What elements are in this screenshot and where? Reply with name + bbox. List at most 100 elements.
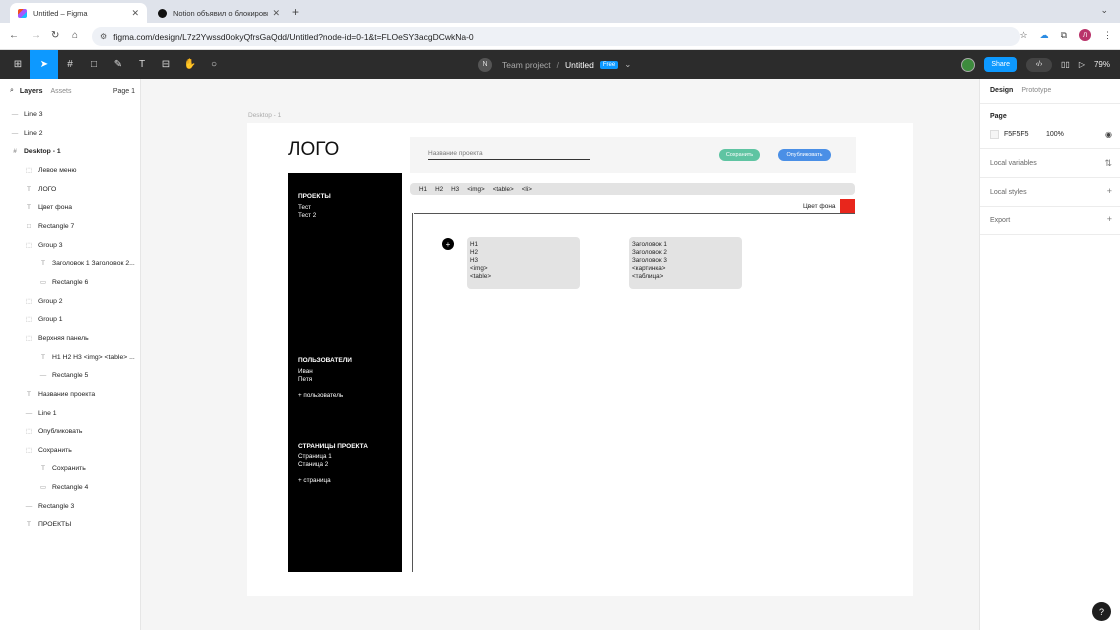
tag-li[interactable]: <li> bbox=[522, 186, 532, 193]
search-icon[interactable]: ⌕ bbox=[10, 87, 14, 95]
layer-row[interactable]: T Название проекта bbox=[24, 388, 154, 400]
file-name[interactable]: Untitled bbox=[565, 60, 594, 70]
reload-icon[interactable]: ↻ bbox=[51, 30, 59, 41]
forward-icon[interactable]: → bbox=[31, 30, 41, 41]
frame-tool-icon[interactable]: # bbox=[58, 50, 82, 79]
layer-type-icon: T bbox=[27, 520, 31, 528]
layer-row[interactable]: ⬚ Верхняя панель bbox=[24, 332, 154, 344]
layer-name: Rectangle 6 bbox=[52, 278, 89, 286]
project-name-field[interactable]: Название проекта bbox=[428, 150, 483, 157]
resources-icon[interactable]: ⊟ bbox=[154, 50, 178, 79]
layer-row[interactable]: ⬚ Сохранить bbox=[24, 444, 154, 456]
layer-type-icon: T bbox=[41, 259, 45, 267]
layer-row[interactable]: # Desktop - 1 bbox=[10, 145, 140, 157]
pages-list[interactable]: Страница 1 Станица 2 bbox=[298, 453, 332, 469]
heading-menu-box[interactable]: Заголовок 1 Заголовок 2 Заголовок 3 <кар… bbox=[629, 237, 742, 289]
move-tool-icon[interactable]: ➤ bbox=[30, 50, 58, 79]
pages-heading[interactable]: СТРАНИЦЫ ПРОЕКТА bbox=[298, 443, 368, 450]
layer-row[interactable]: — Rectangle 3 bbox=[24, 500, 154, 512]
tab-notion[interactable]: Notion объявил о блокировке ✕ bbox=[150, 3, 288, 23]
dev-mode-toggle-icon[interactable]: ‹/› bbox=[1026, 57, 1053, 72]
layer-row[interactable]: ⬚ Group 3 bbox=[24, 239, 154, 251]
extensions-icon[interactable]: ⧉ bbox=[1061, 30, 1067, 41]
tag-img[interactable]: <img> bbox=[467, 186, 485, 193]
present-play-icon[interactable]: ▷ bbox=[1079, 60, 1085, 69]
users-list[interactable]: Иван Петя bbox=[298, 368, 313, 384]
content-left-line[interactable] bbox=[412, 213, 413, 572]
layer-row[interactable]: ⬚ Group 2 bbox=[24, 295, 154, 307]
layer-name: Rectangle 4 bbox=[52, 483, 89, 491]
layer-type-icon: — bbox=[25, 502, 33, 510]
content-top-line[interactable] bbox=[414, 213, 855, 214]
export-divider bbox=[980, 79, 1120, 235]
layer-row[interactable]: ⬚ Group 1 bbox=[24, 313, 154, 325]
cloud-extension-icon[interactable]: ☁ bbox=[1040, 30, 1049, 41]
layer-name: Rectangle 5 bbox=[52, 371, 89, 379]
site-info-icon[interactable]: ⚙ bbox=[100, 32, 107, 41]
layer-type-icon: ⬚ bbox=[25, 335, 33, 342]
layer-row[interactable]: ⬚ Опубликовать bbox=[24, 425, 154, 437]
bookmark-star-icon[interactable]: ☆ bbox=[1019, 30, 1027, 41]
address-bar[interactable]: ⚙ figma.com/design/L7z2Ywssd0okyQfrsGaQd… bbox=[92, 27, 1020, 46]
frame-label[interactable]: Desktop - 1 bbox=[248, 112, 281, 119]
team-name[interactable]: Team project bbox=[502, 60, 551, 70]
tag-h2[interactable]: H2 bbox=[435, 186, 443, 193]
file-title-area: N Team project / Untitled Free ⌄ bbox=[478, 50, 631, 79]
save-button[interactable]: Сохранить bbox=[719, 149, 760, 161]
browser-menu-icon[interactable]: ⋮ bbox=[1103, 30, 1112, 41]
tag-table[interactable]: <table> bbox=[493, 186, 514, 193]
publish-button[interactable]: Опубликовать bbox=[778, 149, 831, 161]
tag-toolbar[interactable]: H1 H2 H3 <img> <table> <li> bbox=[410, 183, 855, 195]
tab-assets[interactable]: Assets bbox=[51, 88, 72, 95]
shape-tool-icon[interactable]: □ bbox=[82, 50, 106, 79]
close-tab-icon[interactable]: ✕ bbox=[272, 8, 280, 19]
tag-h1[interactable]: H1 bbox=[419, 186, 427, 193]
project-name-underline[interactable] bbox=[428, 159, 590, 160]
user-avatar[interactable] bbox=[961, 57, 976, 72]
layer-row[interactable]: — Line 2 bbox=[10, 127, 140, 139]
add-page-link[interactable]: + страница bbox=[298, 477, 331, 485]
layer-row[interactable]: T Цвет фона bbox=[24, 201, 154, 213]
layer-type-icon: T bbox=[27, 185, 31, 193]
users-heading[interactable]: ПОЛЬЗОВАТЕЛИ bbox=[298, 357, 352, 364]
tab-search-icon[interactable]: ⌄ bbox=[1100, 5, 1108, 16]
tag-h3[interactable]: H3 bbox=[451, 186, 459, 193]
hand-tool-icon[interactable]: ✋ bbox=[178, 50, 202, 79]
chevron-down-icon[interactable]: ⌄ bbox=[624, 59, 631, 70]
zoom-level[interactable]: 79% bbox=[1094, 60, 1110, 69]
layer-row[interactable]: — Line 3 bbox=[10, 108, 140, 120]
bg-color-label[interactable]: Цвет фона bbox=[803, 203, 836, 210]
pen-tool-icon[interactable]: ✎ bbox=[106, 50, 130, 79]
profile-avatar[interactable]: Л bbox=[1079, 29, 1091, 41]
layer-row[interactable]: T ПРОЕКТЫ bbox=[24, 518, 154, 530]
logo-text[interactable]: ЛОГО bbox=[288, 139, 339, 161]
layer-row[interactable]: T ЛОГО bbox=[24, 183, 154, 195]
layer-row[interactable]: — Line 1 bbox=[24, 407, 154, 419]
share-button[interactable]: Share bbox=[984, 57, 1018, 72]
text-tool-icon[interactable]: T bbox=[130, 50, 154, 79]
layer-row[interactable]: ⬚ Левое меню bbox=[24, 164, 154, 176]
layer-name: Group 2 bbox=[38, 297, 63, 305]
main-menu-icon[interactable]: ⊞ bbox=[6, 50, 30, 79]
add-block-button[interactable]: + bbox=[442, 238, 454, 250]
project-avatar[interactable]: N bbox=[478, 57, 492, 72]
bg-color-swatch[interactable] bbox=[840, 199, 855, 214]
projects-list[interactable]: Тест Тест 2 bbox=[298, 204, 316, 220]
help-button[interactable]: ? bbox=[1092, 602, 1111, 621]
page-selector[interactable]: Page 1 bbox=[113, 88, 135, 95]
add-user-link[interactable]: + пользователь bbox=[298, 392, 343, 400]
design-panel: Design Prototype Page F5F5F5 100% ◉ Loca… bbox=[979, 79, 1120, 630]
tab-figma[interactable]: Untitled – Figma ✕ bbox=[10, 3, 147, 23]
library-book-icon[interactable]: ▯▯ bbox=[1061, 60, 1070, 69]
layer-row[interactable]: □ Rectangle 7 bbox=[24, 220, 154, 232]
new-tab-button[interactable]: + bbox=[292, 5, 299, 19]
back-icon[interactable]: ← bbox=[9, 30, 19, 41]
tag-menu-box[interactable]: H1 H2 H3 <img> <table> bbox=[467, 237, 580, 289]
left-menu[interactable]: ПРОЕКТЫ Тест Тест 2 ПОЛЬЗОВАТЕЛИ Иван Пе… bbox=[288, 173, 402, 572]
home-icon[interactable]: ⌂ bbox=[72, 30, 78, 41]
projects-heading[interactable]: ПРОЕКТЫ bbox=[298, 193, 331, 200]
tab-layers[interactable]: Layers bbox=[20, 88, 43, 95]
comment-tool-icon[interactable]: ○ bbox=[202, 50, 226, 79]
close-tab-icon[interactable]: ✕ bbox=[131, 8, 139, 19]
layer-name: Line 3 bbox=[24, 110, 43, 118]
